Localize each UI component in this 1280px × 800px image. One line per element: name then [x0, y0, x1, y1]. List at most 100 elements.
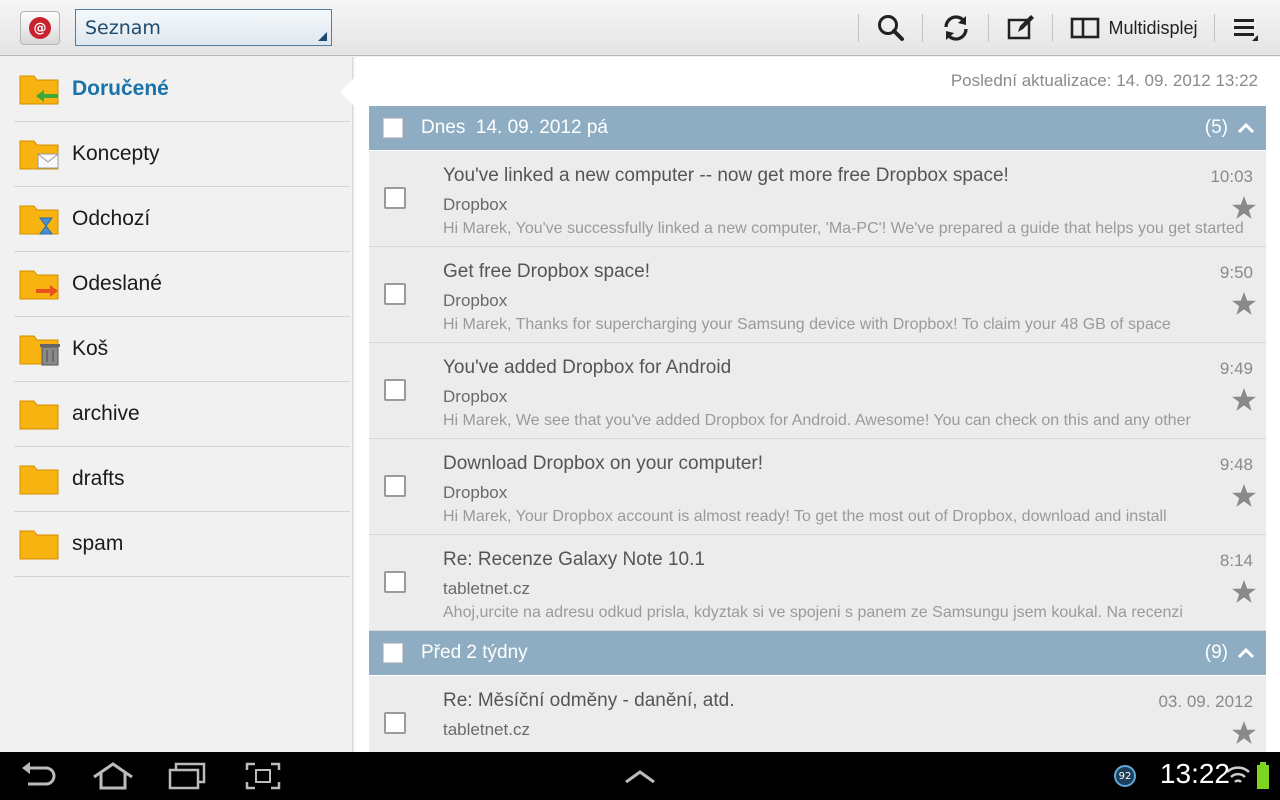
mail-subject: Download Dropbox on your computer! — [443, 453, 764, 474]
mail-checkbox[interactable] — [384, 571, 406, 593]
star-icon[interactable] — [1231, 720, 1257, 746]
folder-item-sent[interactable]: Odeslané — [14, 252, 350, 317]
folder-icon — [19, 530, 59, 560]
trash-folder-icon — [19, 335, 60, 366]
compose-button[interactable] — [996, 8, 1046, 48]
mail-time: 10:03 — [1210, 167, 1253, 186]
battery-icon — [1257, 762, 1269, 789]
mail-checkbox[interactable] — [384, 712, 406, 734]
mail-subject: You've linked a new computer -- now get … — [443, 165, 1009, 186]
recent-apps-button[interactable] — [162, 760, 212, 792]
mail-preview: Hi Marek, You've successfully linked a n… — [443, 220, 1244, 237]
folder-item-drafts[interactable]: drafts — [14, 447, 350, 512]
refresh-button[interactable] — [930, 8, 982, 48]
star-icon[interactable] — [1231, 387, 1257, 413]
star-icon[interactable] — [1231, 291, 1257, 317]
sent-folder-icon — [19, 270, 59, 300]
drafts-folder-icon — [19, 140, 59, 170]
last-update-value: 14. 09. 2012 13:22 — [1116, 71, 1258, 90]
folder-name: Odeslané — [72, 272, 162, 295]
account-select[interactable]: Seznam — [75, 9, 332, 46]
toolbar-separator — [922, 14, 923, 42]
mail-row[interactable]: You've linked a new computer -- now get … — [369, 151, 1266, 247]
search-button[interactable] — [866, 8, 916, 48]
folder-name: Koncepty — [72, 142, 160, 165]
last-update-label: Poslední aktualizace: — [950, 71, 1112, 90]
mail-time: 9:49 — [1219, 359, 1253, 378]
group-count: (9) — [1204, 642, 1228, 663]
home-button[interactable] — [88, 760, 138, 792]
folder-icon — [19, 400, 59, 430]
mail-row[interactable]: Re: Recenze Galaxy Note 10.1 tabletnet.c… — [369, 535, 1266, 631]
mail-sender: Dropbox — [443, 387, 508, 406]
mail-row[interactable]: Re: Měsíční odměny - danění, atd. tablet… — [369, 676, 1266, 752]
apps-tray-button[interactable] — [615, 760, 665, 792]
folder-item-spam[interactable]: spam — [14, 512, 350, 577]
menu-icon — [1234, 19, 1258, 41]
mail-checkbox[interactable] — [384, 475, 406, 497]
multidisplay-button[interactable]: Multidisplej — [1062, 8, 1206, 48]
folder-name: Doručené — [72, 77, 169, 100]
folder-item-inbox[interactable]: Doručené — [14, 57, 350, 122]
compose-icon — [1007, 15, 1034, 40]
toolbar-separator — [858, 14, 859, 42]
mail-time: 8:14 — [1219, 551, 1253, 570]
outbox-folder-icon — [19, 205, 59, 235]
mail-sender: tabletnet.cz — [443, 720, 530, 739]
mail-checkbox[interactable] — [384, 187, 406, 209]
group-header-two-weeks[interactable]: Před 2 týdny (9) — [369, 631, 1266, 675]
folder-name: archive — [72, 402, 140, 425]
mail-preview: Hi Marek, Your Dropbox account is almost… — [443, 508, 1167, 525]
overflow-menu-button[interactable] — [1224, 8, 1268, 48]
chevron-up-icon[interactable] — [1236, 118, 1256, 138]
mail-subject: Re: Recenze Galaxy Note 10.1 — [443, 549, 705, 570]
mail-list-panel[interactable]: Poslední aktualizace: 14. 09. 2012 13:22… — [355, 57, 1280, 752]
refresh-icon — [944, 15, 968, 41]
group-select-checkbox[interactable] — [383, 643, 403, 663]
screenshot-icon — [245, 762, 281, 790]
selection-pointer — [340, 76, 356, 108]
toolbar-separator — [1214, 14, 1215, 42]
group-select-checkbox[interactable] — [383, 118, 403, 138]
group-count: (5) — [1204, 117, 1228, 138]
mail-preview: Hi Marek, Thanks for supercharging your … — [443, 316, 1171, 333]
back-icon — [22, 762, 56, 786]
star-icon[interactable] — [1231, 483, 1257, 509]
folder-item-outbox[interactable]: Odchozí — [14, 187, 350, 252]
at-sign-icon: @ — [29, 17, 51, 39]
folder-name: Koš — [72, 337, 109, 360]
mail-preview: Ahoj,urcite na adresu odkud prisla, kdyz… — [443, 604, 1183, 621]
multidisplay-label: Multidisplej — [1108, 17, 1198, 38]
email-app-icon[interactable]: @ — [20, 11, 60, 45]
star-icon[interactable] — [1231, 579, 1257, 605]
mail-time: 9:48 — [1219, 455, 1253, 474]
mail-row[interactable]: Get free Dropbox space! Dropbox Hi Marek… — [369, 247, 1266, 343]
mail-checkbox[interactable] — [384, 379, 406, 401]
dropdown-corner-icon — [318, 32, 327, 41]
mail-row[interactable]: You've added Dropbox for Android Dropbox… — [369, 343, 1266, 439]
inbox-folder-icon — [19, 75, 59, 105]
screenshot-button[interactable] — [238, 760, 288, 792]
folder-icon — [19, 465, 59, 495]
status-clock: 13:22 — [1159, 758, 1230, 789]
search-icon — [878, 15, 904, 41]
group-header-today[interactable]: Dnes 14. 09. 2012 pá (5) — [369, 106, 1266, 150]
folder-name: drafts — [72, 467, 125, 490]
folder-item-trash[interactable]: Koš — [14, 317, 350, 382]
recent-apps-icon — [168, 762, 206, 790]
notification-badge[interactable]: 92 — [1114, 765, 1136, 787]
back-button[interactable] — [14, 760, 64, 792]
mail-checkbox[interactable] — [384, 283, 406, 305]
folder-item-archive[interactable]: archive — [14, 382, 350, 447]
mail-preview: Hi Marek, We see that you've added Dropb… — [443, 412, 1191, 429]
home-icon — [93, 762, 133, 790]
mail-row[interactable]: Download Dropbox on your computer! Dropb… — [369, 439, 1266, 535]
mail-sender: Dropbox — [443, 291, 508, 310]
chevron-up-icon[interactable] — [1236, 643, 1256, 663]
folder-item-drafts-cz[interactable]: Koncepty — [14, 122, 350, 187]
mail-sender: Dropbox — [443, 483, 508, 502]
mail-sender: Dropbox — [443, 195, 508, 214]
star-icon[interactable] — [1231, 195, 1257, 221]
toolbar-separator — [1052, 14, 1053, 42]
mail-subject: Get free Dropbox space! — [443, 261, 650, 282]
